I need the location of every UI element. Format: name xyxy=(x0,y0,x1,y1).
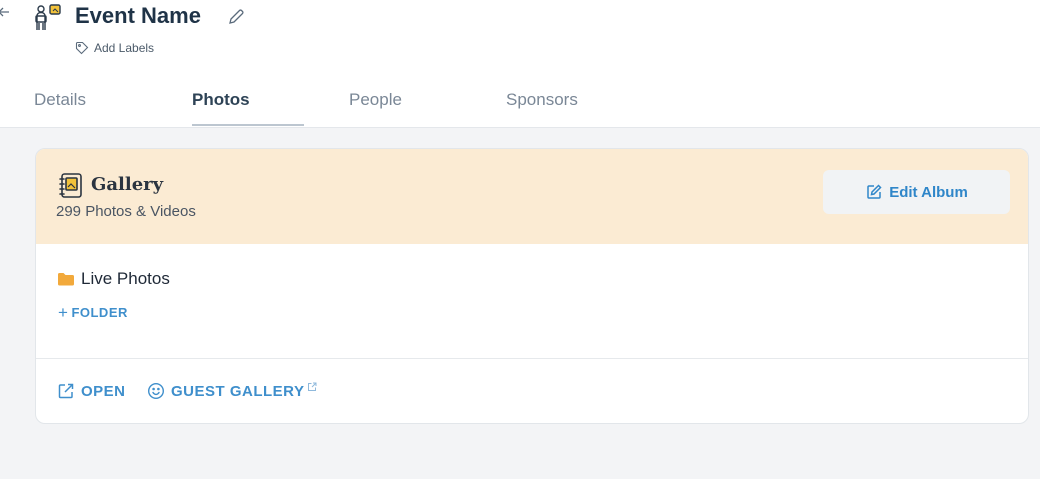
open-button[interactable]: OPEN xyxy=(57,382,126,400)
guest-gallery-button[interactable]: GUEST GALLERY xyxy=(147,382,317,400)
divider xyxy=(36,358,1028,359)
edit-album-label: Edit Album xyxy=(889,183,968,201)
edit-album-button[interactable]: Edit Album xyxy=(823,170,1010,214)
gallery-card: Gallery 299 Photos & Videos Edit Album L… xyxy=(35,148,1029,424)
external-link-small-icon xyxy=(308,382,317,391)
main-content: Gallery 299 Photos & Videos Edit Album L… xyxy=(0,128,1040,479)
pencil-icon[interactable] xyxy=(227,8,245,26)
folder-item-live-photos[interactable]: Live Photos xyxy=(57,269,170,289)
top-bar: Event Name Add Labels Details Photos Peo… xyxy=(0,0,1040,128)
tag-icon xyxy=(75,41,89,55)
gallery-count: 299 Photos & Videos xyxy=(56,203,196,220)
back-arrow-icon[interactable] xyxy=(0,4,12,20)
event-name-title: Event Name xyxy=(75,3,201,28)
tab-sponsors[interactable]: Sponsors xyxy=(506,90,578,110)
tab-details[interactable]: Details xyxy=(34,90,86,110)
add-folder-label: FOLDER xyxy=(71,305,128,320)
active-tab-indicator xyxy=(192,124,304,126)
folder-label: Live Photos xyxy=(81,269,170,288)
external-link-icon xyxy=(58,383,74,399)
add-labels-link[interactable]: Add Labels xyxy=(75,41,154,55)
add-folder-button[interactable]: + FOLDER xyxy=(58,303,128,322)
open-label: OPEN xyxy=(81,382,126,400)
event-host-icon xyxy=(33,3,63,33)
gallery-header: Gallery 299 Photos & Videos Edit Album xyxy=(36,149,1028,244)
folder-icon xyxy=(58,273,74,286)
photo-album-icon xyxy=(58,172,84,199)
smiley-icon xyxy=(147,382,165,400)
tab-photos[interactable]: Photos xyxy=(192,90,250,110)
tab-people[interactable]: People xyxy=(349,90,402,110)
gallery-title: Gallery xyxy=(91,174,164,195)
plus-icon: + xyxy=(58,303,69,322)
edit-square-icon xyxy=(867,184,882,199)
add-labels-label: Add Labels xyxy=(94,41,155,55)
guest-gallery-label: GUEST GALLERY xyxy=(171,382,305,400)
